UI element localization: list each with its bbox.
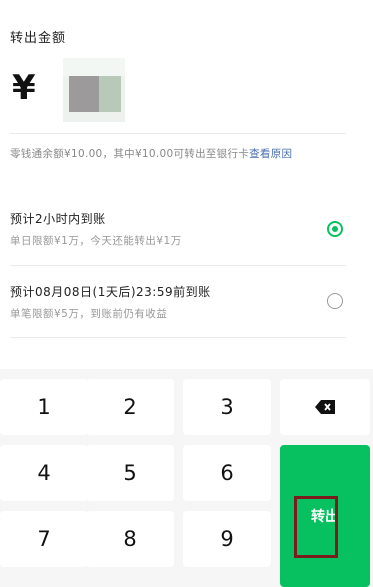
balance-info: 零钱通余额¥10.00，其中¥10.00可转出至银行卡查看原因 [10,146,292,161]
option-subtitle: 单笔限额¥5万，到账前仍有收益 [10,308,168,320]
key-9[interactable]: 9 [183,511,271,567]
key-4[interactable]: 4 [0,445,88,501]
key-3[interactable]: 3 [183,379,271,435]
option-title: 预计2小时内到账 [10,212,106,226]
divider [10,133,346,134]
radio-unselected-icon[interactable] [327,293,343,309]
delete-button[interactable] [280,379,370,435]
amount-input[interactable] [63,58,125,122]
key-7[interactable]: 7 [0,511,88,567]
option-fast-arrival[interactable]: 预计2小时内到账 单日限额¥1万，今天还能转出¥1万 [10,210,346,248]
key-6[interactable]: 6 [183,445,271,501]
backspace-icon [315,400,335,414]
currency-symbol: ¥ [12,68,36,108]
key-1[interactable]: 1 [0,379,88,435]
key-5[interactable]: 5 [86,445,174,501]
key-8[interactable]: 8 [86,511,174,567]
option-slow-arrival[interactable]: 预计08月08日(1天后)23:59前到账 单笔限额¥5万，到账前仍有收益 [10,283,346,321]
divider [10,337,346,338]
key-2[interactable]: 2 [86,379,174,435]
amount-title: 转出金额 [10,31,67,46]
divider [10,265,346,266]
radio-selected-icon[interactable] [327,221,343,237]
view-reason-link[interactable]: 查看原因 [249,148,292,160]
transfer-form: 转出金额 ¥ 零钱通余额¥10.00，其中¥10.00可转出至银行卡查看原因 预… [0,0,348,368]
option-title: 预计08月08日(1天后)23:59前到账 [10,285,211,299]
option-subtitle: 单日限额¥1万，今天还能转出¥1万 [10,235,182,247]
highlight-box [294,496,338,558]
balance-text: 零钱通余额¥10.00，其中¥10.00可转出至银行卡 [10,148,250,160]
